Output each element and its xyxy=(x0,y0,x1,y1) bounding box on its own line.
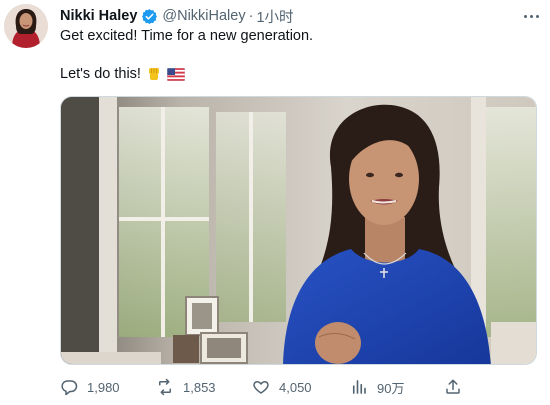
tweet-text-line-2-row: Let's do this! xyxy=(60,66,185,82)
share-button[interactable] xyxy=(444,374,462,400)
tweet-timestamp[interactable]: 1小时 xyxy=(256,6,293,27)
avatar-image xyxy=(4,4,48,48)
tweet-card[interactable]: Nikki Haley @NikkiHaley · 1小时 Get excite… xyxy=(0,0,550,405)
tweet-text-line-2: Let's do this! xyxy=(60,66,141,82)
retweet-button[interactable]: 1,853 xyxy=(156,374,216,400)
views-count: 90万 xyxy=(377,380,405,396)
views-chart-icon xyxy=(350,378,368,396)
tweet-video-media[interactable] xyxy=(60,96,537,365)
like-button[interactable]: 4,050 xyxy=(252,374,312,400)
reply-count: 1,980 xyxy=(87,379,120,395)
reply-button[interactable]: 1,980 xyxy=(60,374,120,400)
author-handle[interactable]: @NikkiHaley xyxy=(162,8,245,24)
avatar[interactable] xyxy=(4,4,48,48)
tweet-header: Nikki Haley @NikkiHaley · 1小时 xyxy=(60,6,294,26)
video-still-image xyxy=(61,97,536,364)
reply-icon xyxy=(60,378,78,396)
us-flag-emoji-icon xyxy=(166,67,185,81)
retweet-icon xyxy=(156,378,174,396)
share-icon xyxy=(444,378,462,396)
more-options-icon[interactable] xyxy=(519,8,543,24)
retweet-count: 1,853 xyxy=(183,379,216,395)
raised-fist-emoji-icon xyxy=(146,66,162,82)
like-count: 4,050 xyxy=(279,379,312,395)
separator-dot: · xyxy=(248,8,254,24)
tweet-text-line-1: Get excited! Time for a new generation. xyxy=(60,28,314,44)
verified-badge-icon xyxy=(141,8,158,25)
heart-icon xyxy=(252,378,270,396)
tweet-action-bar: 1,980 1,853 4,050 90万 xyxy=(60,374,530,400)
views-button[interactable]: 90万 xyxy=(350,374,404,400)
author-name[interactable]: Nikki Haley xyxy=(60,8,137,24)
